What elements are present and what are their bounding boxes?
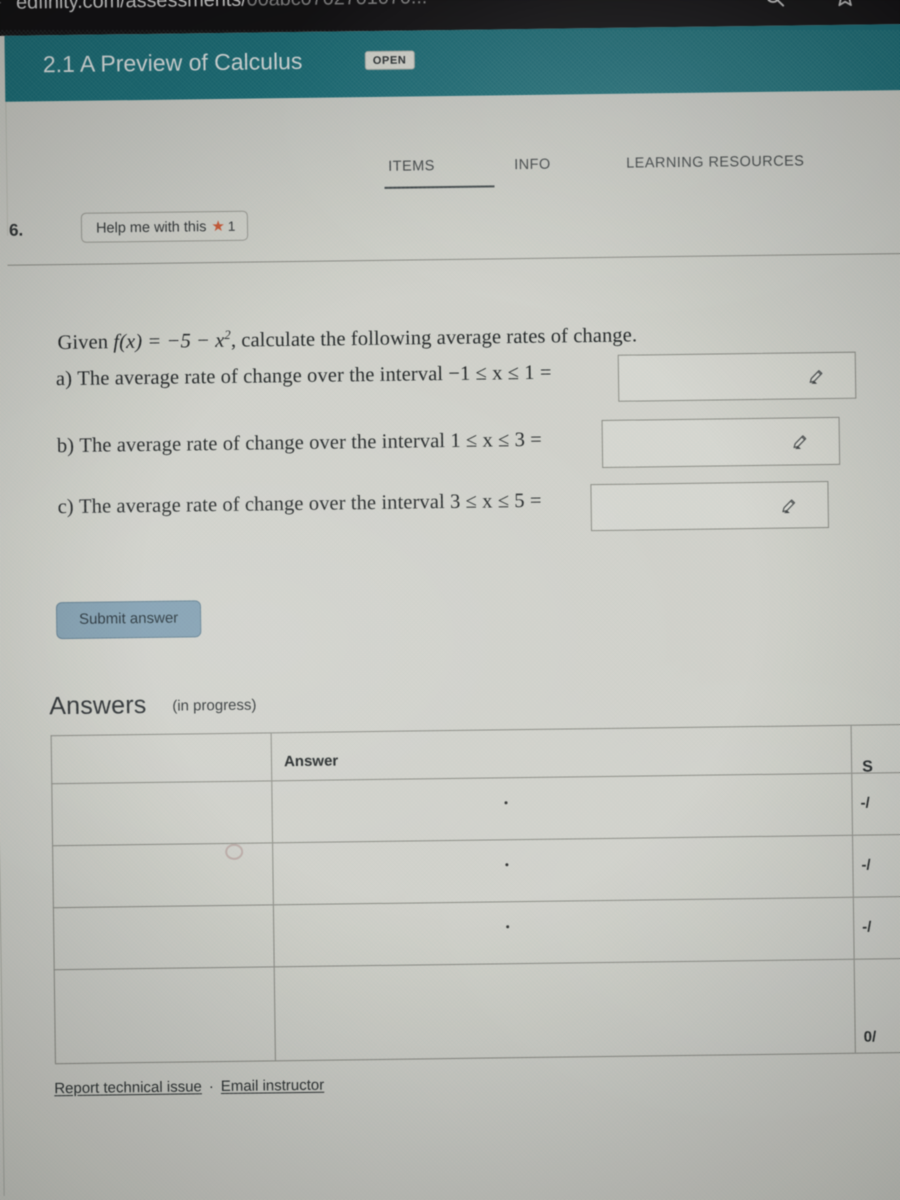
prompt-function: f(x) = −5 − x bbox=[113, 329, 225, 354]
active-tab-indicator bbox=[384, 185, 495, 189]
pencil-icon[interactable] bbox=[789, 431, 811, 451]
answer-input-b[interactable] bbox=[601, 416, 841, 469]
header-cell-index bbox=[51, 733, 273, 784]
link-separator: · bbox=[208, 1078, 214, 1096]
problem-part-c: c) The average rate of change over the i… bbox=[58, 490, 542, 519]
part-a-text: The average rate of change over the inte… bbox=[77, 361, 552, 390]
part-b-letter: b) bbox=[56, 434, 75, 458]
question-number: 6. bbox=[8, 220, 24, 240]
email-instructor-link[interactable]: Email instructor bbox=[221, 1077, 325, 1095]
answer-bullet bbox=[506, 924, 510, 928]
part-b-text: The average rate of change over the inte… bbox=[79, 428, 543, 457]
part-c-text: The average rate of change over the inte… bbox=[78, 489, 542, 518]
footer-links: Report technical issue · Email instructor bbox=[54, 1077, 324, 1098]
pencil-icon[interactable] bbox=[805, 366, 827, 386]
problem-part-a: a) The average rate of change over the i… bbox=[56, 362, 552, 391]
answers-heading: Answers bbox=[49, 690, 147, 721]
answer-bullet bbox=[505, 862, 509, 866]
help-button-label: Help me with this bbox=[95, 219, 207, 237]
row-cell-index bbox=[52, 781, 274, 860]
status-badge: OPEN bbox=[364, 50, 415, 71]
star-icon: ★ bbox=[211, 217, 225, 236]
header-cell-answer: Answer bbox=[271, 725, 853, 781]
help-me-with-this-button[interactable]: Help me with this ★ 1 bbox=[80, 210, 249, 243]
page-body: 2.1 A Preview of Calculus OPEN ITEMS INF… bbox=[0, 23, 900, 1200]
score-value: -/ bbox=[861, 856, 871, 874]
header-divider bbox=[7, 252, 900, 266]
browser-tab-icon bbox=[0, 0, 5, 21]
assessment-header: 2.1 A Preview of Calculus OPEN bbox=[4, 23, 900, 102]
total-score-value: 0/ bbox=[863, 1027, 877, 1046]
url-visible: edfinity.com/assessments/ bbox=[15, 0, 247, 14]
score-value: -/ bbox=[860, 794, 870, 812]
tab-items[interactable]: ITEMS bbox=[388, 158, 435, 175]
part-a-letter: a) bbox=[55, 367, 73, 391]
column-header-answer: Answer bbox=[283, 752, 339, 771]
screen-content: edfinity.com/assessments/00abc0702701070… bbox=[0, 0, 900, 1200]
row-cell-answer bbox=[272, 773, 854, 843]
pencil-icon[interactable] bbox=[778, 495, 800, 515]
problem-prompt: Given f(x) = −5 − x2, calculate the foll… bbox=[57, 323, 637, 355]
photo-of-screen: edfinity.com/assessments/00abc0702701070… bbox=[0, 0, 900, 1200]
table-row[interactable]: -/ bbox=[51, 771, 900, 860]
table-total-row: 0/ bbox=[53, 957, 900, 1064]
row-cell-answer bbox=[273, 897, 855, 967]
score-value: -/ bbox=[862, 918, 872, 936]
answers-table: Answer S -/ -/ -/ 0/ bbox=[50, 723, 900, 1065]
tab-learning-resources[interactable]: LEARNING RESOURCES bbox=[626, 153, 804, 171]
total-cell-index bbox=[54, 967, 276, 1064]
tab-bar: ITEMS INFO LEARNING RESOURCES bbox=[5, 90, 900, 189]
url-faded: 00abc0702701070... bbox=[246, 0, 427, 11]
report-technical-issue-link[interactable]: Report technical issue bbox=[54, 1078, 202, 1097]
table-row[interactable]: -/ bbox=[52, 833, 900, 908]
star-icon[interactable] bbox=[833, 0, 857, 9]
submit-answer-button[interactable]: Submit answer bbox=[55, 600, 202, 640]
table-row[interactable]: -/ bbox=[52, 895, 900, 970]
help-count: 1 bbox=[227, 218, 236, 234]
total-cell-score: 0/ bbox=[854, 958, 900, 1053]
answer-bullet bbox=[504, 800, 508, 804]
header-cell-score: S bbox=[851, 724, 900, 776]
total-cell-answer bbox=[274, 959, 856, 1061]
search-icon[interactable] bbox=[763, 0, 787, 10]
prompt-pre: Given bbox=[57, 331, 114, 354]
tab-info[interactable]: INFO bbox=[514, 157, 551, 173]
row-cell-score: -/ bbox=[853, 896, 900, 959]
row-cell-index bbox=[53, 905, 275, 970]
row-cell-score: -/ bbox=[853, 834, 900, 897]
answers-status: (in progress) bbox=[172, 696, 257, 715]
row-cell-answer bbox=[273, 835, 854, 905]
prompt-post: , calculate the following average rates … bbox=[230, 324, 638, 352]
row-cell-score: -/ bbox=[852, 772, 900, 835]
url-text[interactable]: edfinity.com/assessments/00abc0702701070… bbox=[16, 0, 427, 15]
answer-input-a[interactable] bbox=[617, 351, 857, 402]
page-title: 2.1 A Preview of Calculus bbox=[42, 47, 303, 78]
answer-input-c[interactable] bbox=[590, 481, 829, 532]
problem-part-b: b) The average rate of change over the i… bbox=[57, 429, 542, 458]
window-left-edge bbox=[0, 35, 5, 1196]
part-c-letter: c) bbox=[57, 495, 74, 519]
row-cell-index bbox=[53, 843, 274, 908]
